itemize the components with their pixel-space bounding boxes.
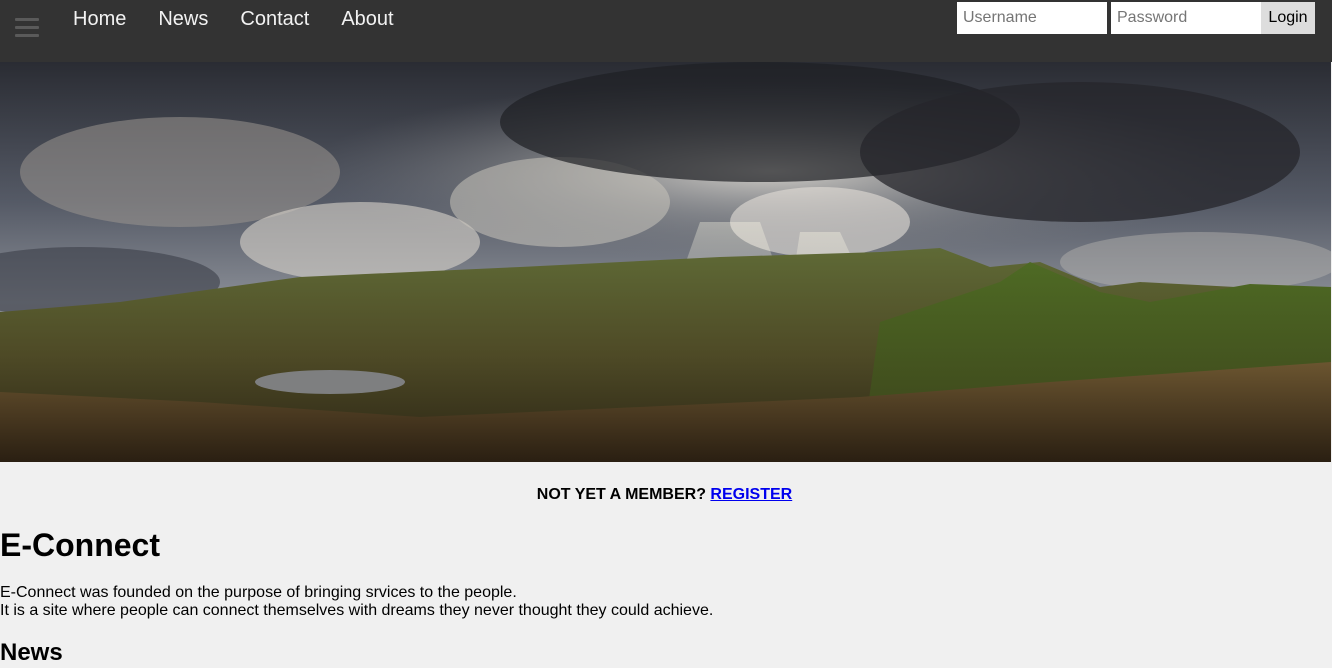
register-prompt-text: NOT YET A MEMBER? bbox=[536, 486, 706, 503]
register-prompt: NOT YET A MEMBER? REGISTER bbox=[0, 485, 1329, 505]
news-heading: News bbox=[0, 639, 63, 666]
username-input[interactable] bbox=[957, 2, 1107, 34]
password-input[interactable] bbox=[1111, 2, 1261, 34]
intro-line-1: E-Connect was founded on the purpose of … bbox=[0, 584, 517, 601]
login-form: Login bbox=[957, 2, 1315, 34]
intro-text: E-Connect was founded on the purpose of … bbox=[0, 584, 713, 620]
nav-links: Home News Contact About bbox=[57, 0, 410, 38]
nav-link-about[interactable]: About bbox=[325, 0, 409, 38]
intro-line-2: It is a site where people can connect th… bbox=[0, 602, 714, 619]
hero-landscape-image bbox=[0, 62, 1331, 462]
register-link[interactable]: REGISTER bbox=[710, 486, 792, 503]
login-button[interactable]: Login bbox=[1261, 2, 1315, 34]
top-navbar: Home News Contact About Login bbox=[0, 0, 1332, 62]
nav-link-contact[interactable]: Contact bbox=[224, 0, 325, 38]
page-title: E-Connect bbox=[0, 527, 160, 563]
nav-link-home[interactable]: Home bbox=[57, 0, 142, 38]
hamburger-menu-icon[interactable] bbox=[15, 18, 39, 40]
nav-link-news[interactable]: News bbox=[142, 0, 224, 38]
